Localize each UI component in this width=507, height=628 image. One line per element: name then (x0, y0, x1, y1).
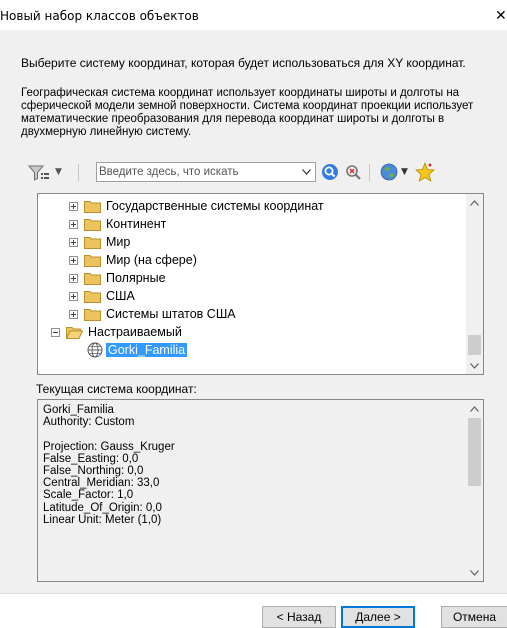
scrollbar-thumb[interactable] (468, 335, 481, 355)
open-folder-icon (66, 327, 83, 339)
title-bar: Новый набор классов объектов ✕ (0, 0, 507, 30)
chevron-down-icon[interactable] (298, 163, 315, 181)
scroll-up-icon[interactable] (466, 194, 483, 211)
tree-scrollbar[interactable] (466, 194, 483, 374)
tree-item-label: Континент (106, 217, 167, 231)
tree-item-label: Настраиваемый (88, 325, 182, 339)
description-text: Географическая система координат использ… (21, 87, 474, 138)
coordinate-system-icon (87, 342, 103, 358)
tree-item[interactable]: Мир (69, 233, 130, 251)
folder-icon (84, 291, 101, 303)
expand-icon[interactable] (69, 201, 78, 211)
globe-dropdown-icon[interactable]: ▼ (401, 167, 408, 177)
instruction-text: Выберите систему координат, которая буде… (21, 56, 466, 70)
details-scrollbar[interactable] (466, 400, 483, 581)
expand-icon[interactable] (69, 255, 78, 265)
scroll-up-icon[interactable] (466, 400, 483, 417)
folder-icon (84, 237, 101, 249)
search-icon[interactable] (321, 163, 339, 181)
tree-item-label: Мир (106, 235, 131, 249)
current-cs-label: Текущая система координат: (36, 382, 197, 396)
expand-icon[interactable] (69, 237, 78, 247)
cs-details-text: Gorki_Familia Authority: Custom Projecti… (43, 404, 175, 526)
folder-icon (84, 273, 101, 285)
tree-item[interactable]: Настраиваемый (51, 323, 182, 341)
filter-dropdown-icon[interactable]: ▼ (55, 167, 62, 177)
folder-icon (84, 309, 101, 321)
selected-coordinate-system: Gorki_Familia (106, 343, 188, 357)
scrollbar-thumb[interactable] (468, 418, 481, 486)
tree-item[interactable]: Континент (69, 215, 166, 233)
scroll-down-icon[interactable] (466, 357, 483, 374)
tree-item-label: Государственные системы координат (106, 199, 324, 213)
globe-icon[interactable] (380, 163, 398, 181)
clear-search-icon[interactable] (344, 163, 362, 181)
next-button[interactable]: Далее > (341, 606, 415, 628)
tree-item[interactable]: Государственные системы координат (69, 197, 324, 215)
cancel-button[interactable]: Отмена (441, 606, 507, 628)
coordinate-system-tree[interactable]: Государственные системы координат Контин… (37, 193, 484, 375)
search-box[interactable] (96, 162, 316, 182)
tree-item-label: Системы штатов США (106, 307, 236, 321)
tree-item-selected[interactable]: Gorki_Familia (87, 341, 188, 359)
filter-icon[interactable] (27, 164, 50, 182)
tree-item[interactable]: Полярные (69, 269, 166, 287)
folder-icon (84, 219, 101, 231)
folder-icon (84, 255, 101, 267)
expand-icon[interactable] (69, 291, 78, 301)
tree-item-label: Мир (на сфере) (106, 253, 197, 267)
expand-icon[interactable] (69, 273, 78, 283)
tree-item-label: Полярные (106, 271, 166, 285)
expand-icon[interactable] (69, 219, 78, 229)
tree-item[interactable]: США (69, 287, 135, 305)
new-star-icon[interactable] (414, 161, 436, 183)
scroll-down-icon[interactable] (466, 564, 483, 581)
window-title: Новый набор классов объектов (0, 9, 199, 23)
search-input[interactable] (99, 164, 289, 180)
footer-divider (0, 593, 507, 594)
back-button[interactable]: < Назад (262, 606, 336, 628)
close-icon[interactable]: ✕ (495, 8, 507, 24)
tree-item-label: США (106, 289, 135, 303)
tree-item[interactable]: Системы штатов США (69, 305, 236, 323)
folder-icon (84, 201, 101, 213)
current-cs-details: Gorki_Familia Authority: Custom Projecti… (37, 399, 484, 582)
toolbar-divider (78, 164, 79, 182)
tree-item[interactable]: Мир (на сфере) (69, 251, 197, 269)
collapse-icon[interactable] (51, 327, 60, 337)
toolbar-divider (369, 164, 370, 182)
expand-icon[interactable] (69, 309, 78, 319)
